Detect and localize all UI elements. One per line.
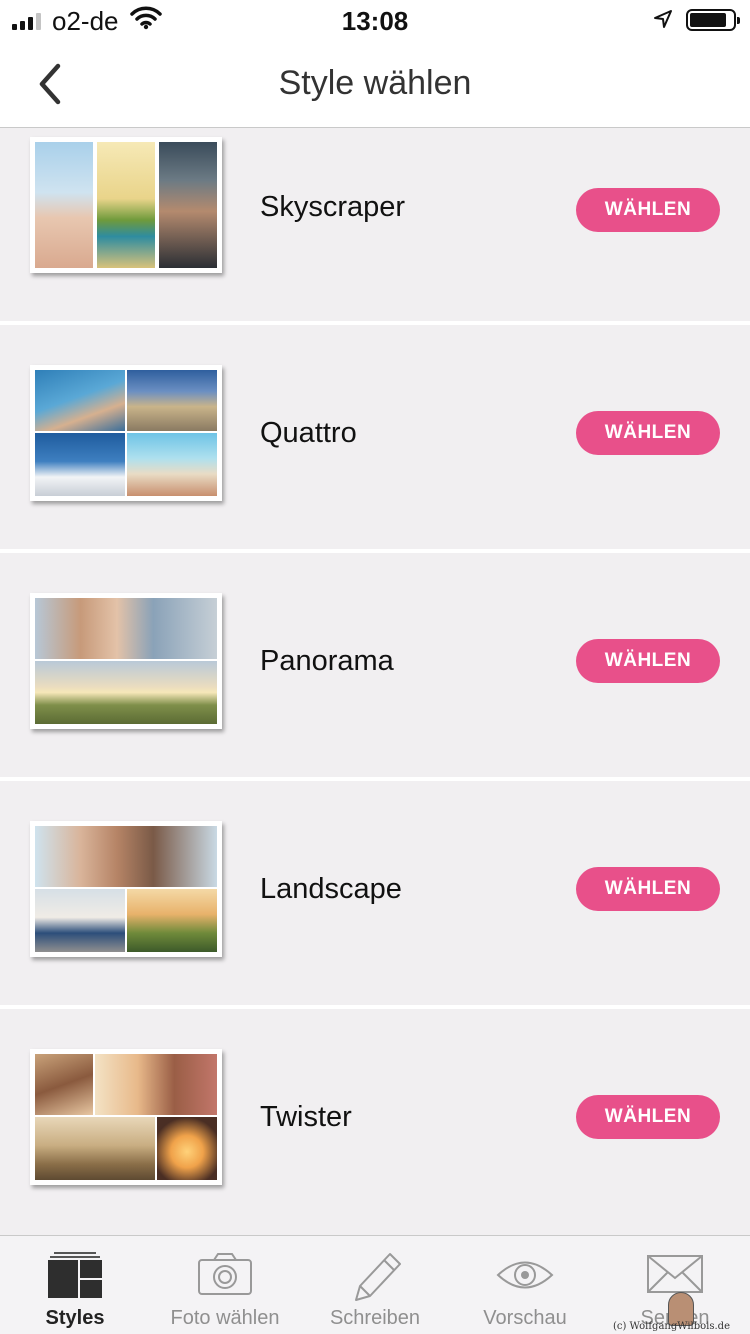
quattro-preview-image	[30, 365, 222, 501]
choose-style-button[interactable]: WÄHLEN	[576, 1095, 720, 1139]
style-row-landscape[interactable]: Landscape WÄHLEN	[0, 777, 750, 1005]
style-row-quattro[interactable]: Quattro WÄHLEN	[0, 321, 750, 549]
style-list: Skyscraper WÄHLEN Quattro WÄHLEN Panoram…	[0, 129, 750, 1233]
style-row-twister[interactable]: Twister WÄHLEN	[0, 1005, 750, 1233]
choose-style-button[interactable]: WÄHLEN	[576, 639, 720, 683]
style-row-skyscraper[interactable]: Skyscraper WÄHLEN	[0, 129, 750, 321]
status-bar: o2-de 13:08	[0, 0, 750, 40]
tab-schreiben[interactable]: Schreiben	[300, 1236, 450, 1334]
location-icon	[654, 10, 672, 28]
tab-styles[interactable]: Styles	[0, 1236, 150, 1334]
style-name: Panorama	[260, 645, 394, 677]
camera-icon	[198, 1253, 252, 1295]
watermark: (c) WolfgangWilbois.de	[612, 1321, 730, 1332]
landscape-preview-image	[30, 821, 222, 957]
eye-icon	[496, 1261, 554, 1289]
choose-style-button[interactable]: WÄHLEN	[576, 867, 720, 911]
navigation-bar: Style wählen	[0, 40, 750, 128]
tab-label: Vorschau	[483, 1307, 567, 1329]
status-time: 13:08	[341, 6, 409, 36]
styles-icon	[48, 1252, 102, 1298]
tab-bar: Styles Foto wählen Schreiben Vorschau (c…	[0, 1235, 750, 1334]
choose-style-button[interactable]: WÄHLEN	[576, 411, 720, 455]
style-name: Quattro	[260, 417, 357, 449]
skyscraper-preview-image	[30, 137, 222, 273]
panorama-preview-image	[30, 593, 222, 729]
style-row-panorama[interactable]: Panorama WÄHLEN	[0, 549, 750, 777]
style-name: Landscape	[260, 873, 402, 905]
tab-foto-waehlen[interactable]: Foto wählen	[150, 1236, 300, 1334]
choose-style-button[interactable]: WÄHLEN	[576, 188, 720, 232]
tab-senden[interactable]: Senden (c) WolfgangWilbois.de	[600, 1236, 750, 1334]
style-name: Twister	[260, 1101, 352, 1133]
tab-label: Foto wählen	[170, 1307, 280, 1329]
tab-label: Schreiben	[329, 1307, 421, 1329]
page-title: Style wählen	[278, 64, 472, 102]
tab-label: Styles	[45, 1307, 105, 1329]
pencil-icon	[355, 1253, 401, 1301]
style-name: Skyscraper	[260, 191, 406, 223]
twister-preview-image	[30, 1049, 222, 1185]
tab-vorschau[interactable]: Vorschau	[450, 1236, 600, 1334]
battery-icon	[686, 9, 740, 31]
